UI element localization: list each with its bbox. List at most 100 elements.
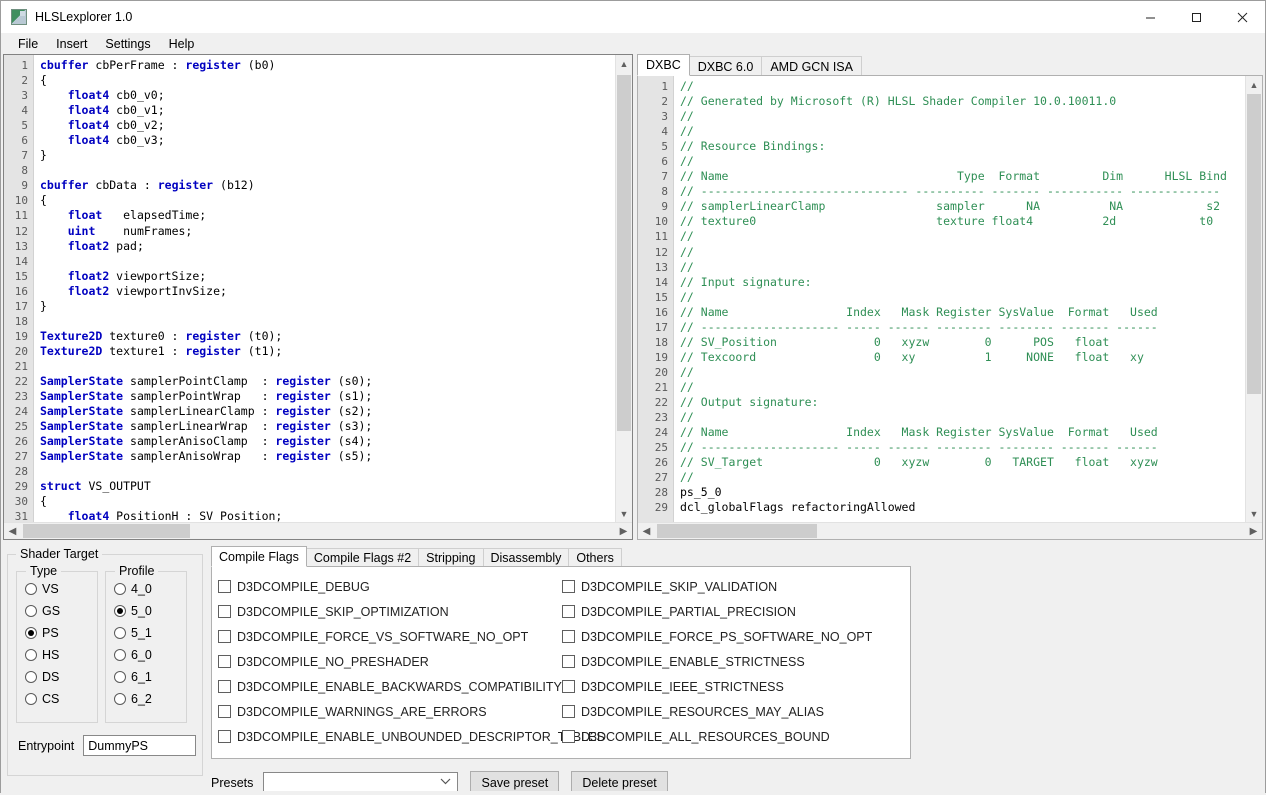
shader-profile-6_1[interactable]: 6_1 xyxy=(106,666,186,688)
output-tab-0[interactable]: DXBC xyxy=(637,54,690,76)
compile-flag-right-4[interactable]: D3DCOMPILE_IEEE_STRICTNESS xyxy=(562,674,906,699)
dxbc-output-text[interactable]: //// Generated by Microsoft (R) HLSL Sha… xyxy=(674,76,1262,539)
line-number: 2 xyxy=(661,95,668,109)
output-tab-2[interactable]: AMD GCN ISA xyxy=(761,56,862,76)
compile-flags-tab-2[interactable]: Stripping xyxy=(418,548,484,567)
radio-label: CS xyxy=(42,692,60,706)
checkbox-icon[interactable] xyxy=(562,605,575,618)
checkbox-icon[interactable] xyxy=(218,655,231,668)
checkbox-icon[interactable] xyxy=(562,730,575,743)
line-number: 29 xyxy=(654,501,668,515)
dxbc-hscroll-thumb[interactable] xyxy=(657,524,817,538)
window-controls xyxy=(1127,1,1265,33)
menu-insert[interactable]: Insert xyxy=(47,34,96,54)
line-number: 14 xyxy=(14,254,28,268)
compile-flags-tab-0[interactable]: Compile Flags xyxy=(211,546,307,567)
shader-type-cs[interactable]: CS xyxy=(17,688,97,710)
checkbox-icon[interactable] xyxy=(562,580,575,593)
checkbox-icon[interactable] xyxy=(562,680,575,693)
scroll-up-icon[interactable]: ▲ xyxy=(1246,76,1262,93)
hlsl-hscroll-thumb[interactable] xyxy=(23,524,190,538)
checkbox-icon[interactable] xyxy=(218,705,231,718)
compile-flags-tab-1[interactable]: Compile Flags #2 xyxy=(305,548,420,567)
shader-type-ps[interactable]: PS xyxy=(17,622,97,644)
checkbox-icon[interactable] xyxy=(218,680,231,693)
compile-flag-left-2[interactable]: D3DCOMPILE_FORCE_VS_SOFTWARE_NO_OPT xyxy=(218,624,562,649)
line-number: 10 xyxy=(654,215,668,229)
shader-type-ds[interactable]: DS xyxy=(17,666,97,688)
menu-settings[interactable]: Settings xyxy=(96,34,159,54)
compile-flags-tab-3[interactable]: Disassembly xyxy=(482,548,570,567)
shader-type-hs[interactable]: HS xyxy=(17,644,97,666)
output-line: // xyxy=(680,109,694,124)
compile-flags-body: D3DCOMPILE_DEBUG D3DCOMPILE_SKIP_OPTIMIZA… xyxy=(211,566,911,759)
flag-label: D3DCOMPILE_IEEE_STRICTNESS xyxy=(581,679,784,694)
compile-flag-left-6[interactable]: D3DCOMPILE_ENABLE_UNBOUNDED_DESCRIPTOR_T… xyxy=(218,724,605,749)
compile-flag-left-0[interactable]: D3DCOMPILE_DEBUG xyxy=(218,574,562,599)
scroll-up-icon[interactable]: ▲ xyxy=(616,55,632,72)
title-bar: HLSLexplorer 1.0 xyxy=(1,1,1265,33)
output-line: // Name Type Format Dim HLSL Bind xyxy=(680,169,1227,184)
minimize-button[interactable] xyxy=(1127,1,1173,33)
presets-label: Presets xyxy=(211,776,254,790)
shader-profile-4_0[interactable]: 4_0 xyxy=(106,578,186,600)
compile-flag-right-1[interactable]: D3DCOMPILE_PARTIAL_PRECISION xyxy=(562,599,906,624)
compile-flag-right-3[interactable]: D3DCOMPILE_ENABLE_STRICTNESS xyxy=(562,649,906,674)
menu-file[interactable]: File xyxy=(9,34,47,54)
line-number: 3 xyxy=(661,110,668,124)
output-line: // xyxy=(680,154,694,169)
scroll-right-icon[interactable]: ▶ xyxy=(615,523,632,539)
dxbc-vscroll-thumb[interactable] xyxy=(1247,94,1261,394)
shader-type-vs[interactable]: VS xyxy=(17,578,97,600)
menu-help[interactable]: Help xyxy=(160,34,204,54)
checkbox-icon[interactable] xyxy=(218,730,231,743)
scroll-left-icon[interactable]: ◀ xyxy=(4,523,21,539)
shader-type-gs[interactable]: GS xyxy=(17,600,97,622)
checkbox-icon[interactable] xyxy=(562,705,575,718)
scroll-down-icon[interactable]: ▼ xyxy=(1246,505,1262,522)
checkbox-icon[interactable] xyxy=(218,630,231,643)
compile-flag-left-5[interactable]: D3DCOMPILE_WARNINGS_ARE_ERRORS xyxy=(218,699,562,724)
shader-profile-5_0[interactable]: 5_0 xyxy=(106,600,186,622)
scroll-down-icon[interactable]: ▼ xyxy=(616,505,632,522)
scroll-right-icon[interactable]: ▶ xyxy=(1245,523,1262,539)
hlsl-horizontal-scrollbar[interactable]: ◀ ▶ xyxy=(4,522,632,539)
shader-profile-6_2[interactable]: 6_2 xyxy=(106,688,186,710)
output-line: // Name Index Mask Register SysValue For… xyxy=(680,304,1158,319)
radio-icon xyxy=(25,693,37,705)
flag-label: D3DCOMPILE_WARNINGS_ARE_ERRORS xyxy=(237,704,487,719)
compile-flag-left-3[interactable]: D3DCOMPILE_NO_PRESHADER xyxy=(218,649,562,674)
radio-icon xyxy=(25,605,37,617)
output-tab-1[interactable]: DXBC 6.0 xyxy=(688,56,763,76)
close-button[interactable] xyxy=(1219,1,1265,33)
scroll-left-icon[interactable]: ◀ xyxy=(638,523,655,539)
output-line: // ------------------------------ ------… xyxy=(680,184,1221,199)
radio-label: 4_0 xyxy=(131,582,152,596)
dxbc-vertical-scrollbar[interactable]: ▲ ▼ xyxy=(1245,76,1262,522)
line-number: 16 xyxy=(654,305,668,319)
code-line: uint numFrames; xyxy=(67,223,193,238)
checkbox-icon[interactable] xyxy=(562,655,575,668)
code-line: float4 cb0_v0; xyxy=(67,88,165,103)
checkbox-icon[interactable] xyxy=(218,605,231,618)
compile-flag-right-0[interactable]: D3DCOMPILE_SKIP_VALIDATION xyxy=(562,574,906,599)
dxbc-horizontal-scrollbar[interactable]: ◀ ▶ xyxy=(638,522,1262,539)
entrypoint-input[interactable] xyxy=(83,735,197,756)
checkbox-icon[interactable] xyxy=(562,630,575,643)
compile-flag-left-1[interactable]: D3DCOMPILE_SKIP_OPTIMIZATION xyxy=(218,599,562,624)
shader-profile-6_0[interactable]: 6_0 xyxy=(106,644,186,666)
dxbc-code-area[interactable]: 1 2 3 4 5 6 7 8 9 10 11 12 13 14 15 16 17 18 19 20 21 22 23 24 2… xyxy=(638,76,1262,539)
hlsl-vscroll-thumb[interactable] xyxy=(617,75,631,431)
compile-flag-left-4[interactable]: D3DCOMPILE_ENABLE_BACKWARDS_COMPATIBILIT… xyxy=(218,674,562,699)
hlsl-code-area[interactable]: 1 2 3 4 5 6 7 8 9 10 11 12 13 14 15 16 17 18 19 20 21 22 23 24 2… xyxy=(4,55,632,539)
checkbox-icon[interactable] xyxy=(218,580,231,593)
compile-flag-right-5[interactable]: D3DCOMPILE_RESOURCES_MAY_ALIAS xyxy=(562,699,906,724)
hlsl-vertical-scrollbar[interactable]: ▲ ▼ xyxy=(615,55,632,522)
maximize-button[interactable] xyxy=(1173,1,1219,33)
hlsl-source-text[interactable]: cbuffer cbPerFrame : register (b0){ floa… xyxy=(34,55,632,539)
compile-flags-tab-4[interactable]: Others xyxy=(568,548,622,567)
compile-flag-right-6[interactable]: D3DCOMPILE_ALL_RESOURCES_BOUND xyxy=(562,724,906,749)
compile-flags-panel: Compile Flags Compile Flags #2 Stripping Di… xyxy=(211,546,911,795)
compile-flag-right-2[interactable]: D3DCOMPILE_FORCE_PS_SOFTWARE_NO_OPT xyxy=(562,624,906,649)
shader-profile-5_1[interactable]: 5_1 xyxy=(106,622,186,644)
